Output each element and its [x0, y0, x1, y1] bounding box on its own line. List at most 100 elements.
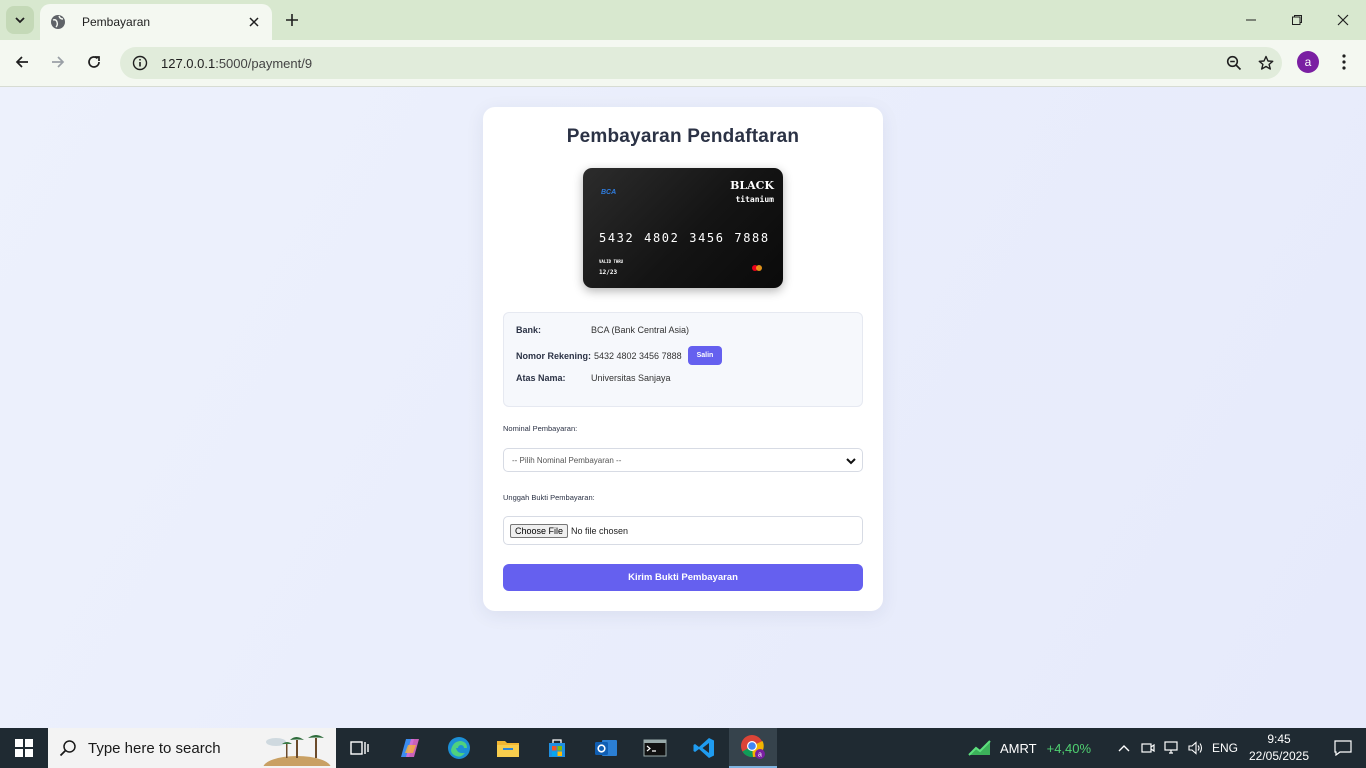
outlook-icon [595, 740, 617, 756]
close-icon [1337, 14, 1349, 26]
reload-button[interactable] [82, 50, 106, 74]
chrome-icon: a [741, 735, 765, 759]
svg-text:a: a [758, 752, 762, 759]
zoom-icon[interactable] [1218, 47, 1250, 79]
system-tray [1112, 728, 1208, 768]
copy-button[interactable]: Salin [687, 346, 723, 365]
address-bar[interactable]: 127.0.0.1:5000/payment/9 [120, 47, 1282, 79]
stock-chart-icon [968, 740, 991, 756]
store-button[interactable] [533, 728, 581, 768]
payment-card-panel: Pembayaran Pendaftaran BCA BLACK titaniu… [483, 107, 883, 611]
copilot-icon [401, 739, 419, 757]
forward-button[interactable] [46, 50, 70, 74]
edge-icon [448, 737, 470, 759]
show-hidden-icons-button[interactable] [1112, 744, 1136, 752]
windows-logo-icon [15, 739, 33, 757]
card-number: 5432 4802 3456 7888 [599, 231, 770, 245]
notification-center-button[interactable] [1320, 728, 1366, 768]
network-icon[interactable] [1160, 741, 1184, 755]
more-vert-icon [1342, 54, 1346, 70]
taskbar: Type here to search a AMRT +4,40% ENG 9:… [0, 728, 1366, 768]
mastercard-logo-icon [752, 265, 762, 271]
bank-label: Bank: [516, 325, 542, 335]
language-indicator[interactable]: ENG [1212, 728, 1238, 768]
amount-select[interactable]: -- Pilih Nominal Pembayaran -- [503, 448, 863, 472]
vscode-icon [693, 738, 714, 758]
terminal-icon [643, 739, 667, 757]
amount-select-value: -- Pilih Nominal Pembayaran -- [512, 455, 622, 465]
arrow-left-icon [15, 56, 28, 68]
edge-button[interactable] [435, 728, 483, 768]
chevron-down-icon [846, 458, 856, 465]
valid-thru-label: VALID THRU [599, 259, 624, 264]
search-placeholder: Type here to search [88, 739, 221, 757]
card-brand-black: BLACK [730, 179, 774, 192]
choose-file-button[interactable]: Choose File [510, 523, 569, 538]
folder-icon [497, 741, 519, 757]
upload-label: Unggah Bukti Pembayaran: [503, 493, 595, 502]
new-tab-button[interactable] [282, 10, 302, 30]
terminal-button[interactable] [631, 728, 679, 768]
notification-icon [1334, 740, 1352, 756]
url-host: 127.0.0.1 [161, 55, 216, 71]
browser-menu-button[interactable] [1334, 50, 1354, 74]
stock-change: +4,40% [1046, 740, 1092, 756]
search-highlight-image [263, 735, 331, 766]
account-row: Nomor Rekening: 5432 4802 3456 7888 Sali… [516, 346, 723, 365]
url-text[interactable]: 127.0.0.1:5000/payment/9 [161, 56, 1218, 71]
tab-pembayaran[interactable]: Pembayaran [40, 4, 272, 40]
task-view-button[interactable] [336, 728, 384, 768]
arrow-right-icon [52, 56, 65, 68]
restore-icon [1292, 15, 1302, 25]
file-explorer-button[interactable] [484, 728, 532, 768]
card-brand-titanium: titanium [735, 195, 774, 204]
bookmark-star-icon[interactable] [1250, 47, 1282, 79]
no-file-text: No file chosen [571, 525, 629, 536]
minimize-icon [1246, 19, 1256, 21]
globe-icon [50, 14, 66, 30]
clock-time: 9:45 [1267, 732, 1291, 746]
account-number: 5432 4802 3456 7888 [594, 350, 682, 361]
restore-button[interactable] [1274, 0, 1320, 40]
bank-row: Bank: BCA (Bank Central Asia) [516, 325, 689, 335]
task-view-icon [350, 741, 369, 755]
meet-now-icon[interactable] [1136, 741, 1160, 755]
account-label: Nomor Rekening: [516, 350, 592, 361]
bank-info-box: Bank: BCA (Bank Central Asia) Nomor Reke… [503, 312, 863, 407]
outlook-button[interactable] [582, 728, 630, 768]
browser-toolbar: 127.0.0.1:5000/payment/9 a [0, 40, 1366, 87]
site-info-icon[interactable] [124, 55, 156, 71]
window-controls [1228, 0, 1366, 40]
minimize-button[interactable] [1228, 0, 1274, 40]
amount-label: Nominal Pembayaran: [503, 424, 578, 433]
bca-logo: BCA [601, 189, 617, 196]
page-viewport: Pembayaran Pendaftaran BCA BLACK titaniu… [0, 87, 1366, 728]
search-icon [48, 739, 88, 757]
close-window-button[interactable] [1320, 0, 1366, 40]
chevron-down-icon [15, 17, 25, 24]
clock[interactable]: 9:45 22/05/2025 [1244, 731, 1314, 765]
tab-search-button[interactable] [6, 6, 34, 34]
account-name-row: Atas Nama: Universitas Sanjaya [516, 373, 671, 383]
submit-proof-button[interactable]: Kirim Bukti Pembayaran [503, 564, 863, 591]
chevron-up-icon [1118, 745, 1130, 752]
back-button[interactable] [10, 50, 34, 74]
store-icon [549, 739, 565, 757]
account-name-label: Atas Nama: [516, 373, 566, 383]
vscode-button[interactable] [680, 728, 728, 768]
start-button[interactable] [0, 728, 48, 768]
credit-card-image: BCA BLACK titanium 5432 4802 3456 7888 V… [583, 168, 783, 288]
stock-symbol: AMRT [1000, 740, 1037, 756]
close-tab-icon[interactable] [246, 14, 262, 30]
volume-icon[interactable] [1184, 741, 1208, 755]
copilot-button[interactable] [386, 728, 434, 768]
profile-avatar[interactable]: a [1297, 51, 1319, 73]
chrome-button[interactable]: a [729, 728, 777, 768]
url-path: :5000/payment/9 [215, 55, 313, 71]
tab-title: Pembayaran [82, 15, 151, 29]
stock-widget[interactable]: AMRT +4,40% [968, 728, 1091, 768]
proof-file-input[interactable]: Choose File No file chosen [503, 516, 863, 545]
page-title: Pembayaran Pendaftaran [566, 126, 800, 147]
clock-date: 22/05/2025 [1248, 749, 1310, 763]
taskbar-search[interactable]: Type here to search [48, 728, 336, 768]
